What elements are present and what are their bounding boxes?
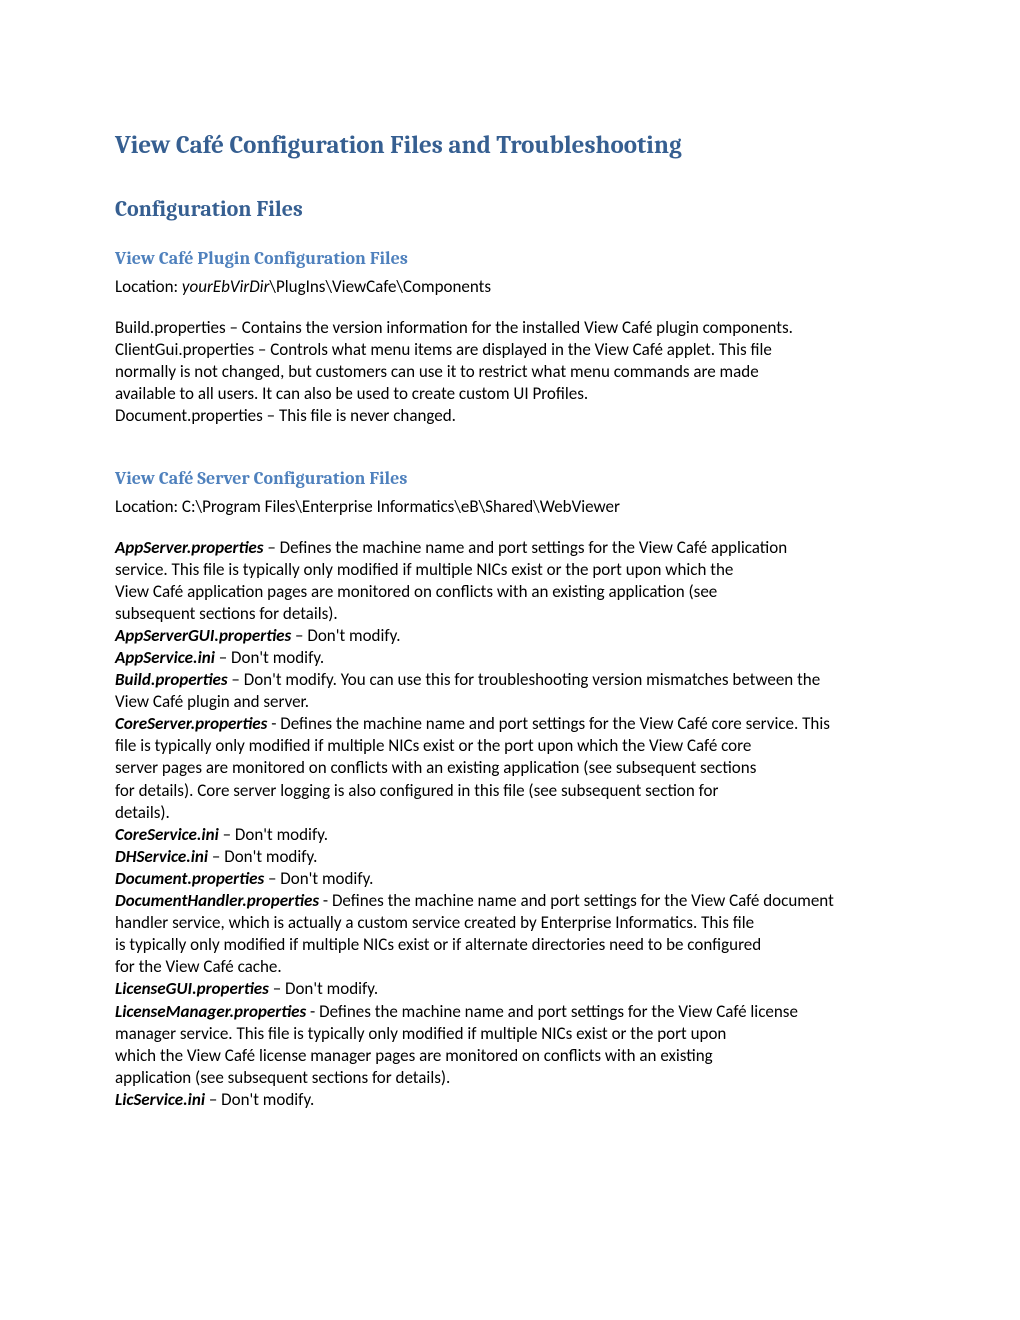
file-entry: LicenseManager.properties - Defines the … <box>115 1001 905 1089</box>
file-name: ClientGui.properties <box>115 339 254 360</box>
location-var: yourEbVirDir <box>182 276 270 297</box>
server-section: View Café Server Configuration Files Loc… <box>115 467 905 1111</box>
file-entry: Build.properties – Contains the version … <box>115 317 905 339</box>
file-entry: Document.properties – Don't modify. <box>115 868 905 890</box>
file-entry-line: Document.properties – Don't modify. <box>115 868 905 890</box>
server-location: Location: C:\Program Files\Enterprise In… <box>115 496 905 518</box>
file-entry-line: LicenseManager.properties - Defines the … <box>115 1001 905 1023</box>
file-desc: – Contains the version information for t… <box>226 317 793 338</box>
file-entry-line: ClientGui.properties – Controls what men… <box>115 339 905 361</box>
file-desc-continuation: for the View Café cache. <box>115 956 905 978</box>
file-desc: – Don't modify. <box>208 846 317 867</box>
file-name: AppServer.properties <box>115 537 263 558</box>
location-label: Location: <box>115 496 182 517</box>
file-name: DocumentHandler.properties <box>115 890 319 911</box>
file-entry-line: DHService.ini – Don't modify. <box>115 846 905 868</box>
file-name: LicenseGUI.properties <box>115 978 269 999</box>
server-entries: AppServer.properties – Defines the machi… <box>115 537 905 1111</box>
file-entry-line: Document.properties – This file is never… <box>115 405 905 427</box>
file-name: Build.properties <box>115 317 226 338</box>
file-name: LicService.ini <box>115 1089 205 1110</box>
file-desc-continuation: subsequent sections for details). <box>115 603 905 625</box>
file-entry: AppServer.properties – Defines the machi… <box>115 537 905 625</box>
file-desc-continuation: application (see subsequent sections for… <box>115 1067 905 1089</box>
plugin-entries: Build.properties – Contains the version … <box>115 317 905 427</box>
file-entry-line: Build.properties – Don't modify. You can… <box>115 669 905 691</box>
plugin-heading: View Café Plugin Configuration Files <box>115 247 905 270</box>
file-desc-continuation: View Café application pages are monitore… <box>115 581 905 603</box>
server-heading: View Café Server Configuration Files <box>115 467 905 490</box>
location-path: \PlugIns\ViewCafe\Components <box>269 276 491 297</box>
plugin-section: View Café Plugin Configuration Files Loc… <box>115 247 905 427</box>
file-desc-continuation: details). <box>115 802 905 824</box>
file-entry-line: LicenseGUI.properties – Don't modify. <box>115 978 905 1000</box>
file-desc: – Don't modify. <box>219 824 328 845</box>
file-desc: – Don't modify. <box>291 625 400 646</box>
file-entry: DocumentHandler.properties - Defines the… <box>115 890 905 978</box>
file-name: LicenseManager.properties <box>115 1001 306 1022</box>
file-entry-line: AppService.ini – Don't modify. <box>115 647 905 669</box>
file-desc-continuation: available to all users. It can also be u… <box>115 383 905 405</box>
file-desc-continuation: is typically only modified if multiple N… <box>115 934 905 956</box>
file-desc-continuation: View Café plugin and server. <box>115 691 905 713</box>
file-desc-continuation: which the View Café license manager page… <box>115 1045 905 1067</box>
file-entry: Document.properties – This file is never… <box>115 405 905 427</box>
file-entry: CoreService.ini – Don't modify. <box>115 824 905 846</box>
file-desc: - Defines the machine name and port sett… <box>267 713 830 734</box>
file-name: AppServerGUI.properties <box>115 625 291 646</box>
file-entry: LicenseGUI.properties – Don't modify. <box>115 978 905 1000</box>
file-entry: DHService.ini – Don't modify. <box>115 846 905 868</box>
file-name: Document.properties <box>115 405 263 426</box>
location-label: Location: <box>115 276 182 297</box>
file-entry: CoreServer.properties - Defines the mach… <box>115 713 905 823</box>
file-entry-line: Build.properties – Contains the version … <box>115 317 905 339</box>
section-heading: Configuration Files <box>115 195 905 224</box>
file-desc-continuation: normally is not changed, but customers c… <box>115 361 905 383</box>
file-entry: LicService.ini – Don't modify. <box>115 1089 905 1111</box>
file-name: DHService.ini <box>115 846 208 867</box>
plugin-location: Location: yourEbVirDir\PlugIns\ViewCafe\… <box>115 276 905 298</box>
file-entry-line: AppServerGUI.properties – Don't modify. <box>115 625 905 647</box>
file-desc-continuation: for details). Core server logging is als… <box>115 780 905 802</box>
file-desc-continuation: manager service. This file is typically … <box>115 1023 905 1045</box>
file-desc: – Defines the machine name and port sett… <box>263 537 787 558</box>
file-desc-continuation: file is typically only modified if multi… <box>115 735 905 757</box>
page-title: View Café Configuration Files and Troubl… <box>115 130 905 163</box>
file-entry-line: AppServer.properties – Defines the machi… <box>115 537 905 559</box>
file-desc-continuation: handler service, which is actually a cus… <box>115 912 905 934</box>
file-name: CoreService.ini <box>115 824 219 845</box>
file-desc: – Don't modify. <box>205 1089 314 1110</box>
file-desc: – Controls what menu items are displayed… <box>254 339 772 360</box>
file-desc: – This file is never changed. <box>263 405 456 426</box>
file-entry-line: LicService.ini – Don't modify. <box>115 1089 905 1111</box>
file-desc-continuation: server pages are monitored on conflicts … <box>115 757 905 779</box>
file-desc: – Don't modify. <box>269 978 378 999</box>
file-name: Document.properties <box>115 868 264 889</box>
file-entry-line: DocumentHandler.properties - Defines the… <box>115 890 905 912</box>
file-name: Build.properties <box>115 669 228 690</box>
file-desc: – Don't modify. You can use this for tro… <box>228 669 821 690</box>
file-entry: AppService.ini – Don't modify. <box>115 647 905 669</box>
file-desc-continuation: service. This file is typically only mod… <box>115 559 905 581</box>
file-name: CoreServer.properties <box>115 713 267 734</box>
file-desc: - Defines the machine name and port sett… <box>306 1001 798 1022</box>
file-desc: – Don't modify. <box>215 647 324 668</box>
file-entry: ClientGui.properties – Controls what men… <box>115 339 905 405</box>
file-entry: AppServerGUI.properties – Don't modify. <box>115 625 905 647</box>
file-entry: Build.properties – Don't modify. You can… <box>115 669 905 713</box>
location-path: C:\Program Files\Enterprise Informatics\… <box>182 496 620 517</box>
file-entry-line: CoreServer.properties - Defines the mach… <box>115 713 905 735</box>
file-desc: – Don't modify. <box>264 868 373 889</box>
file-desc: - Defines the machine name and port sett… <box>319 890 834 911</box>
file-entry-line: CoreService.ini – Don't modify. <box>115 824 905 846</box>
file-name: AppService.ini <box>115 647 215 668</box>
